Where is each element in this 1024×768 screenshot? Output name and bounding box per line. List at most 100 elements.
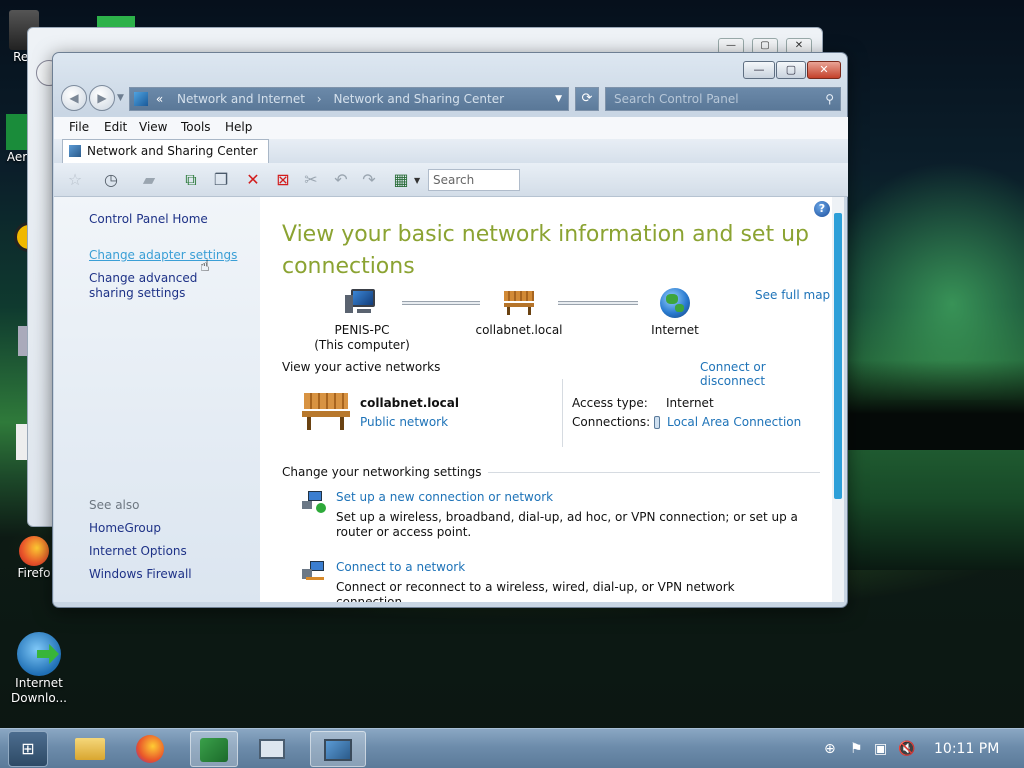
- toolbar-search-placeholder: Search: [433, 173, 475, 187]
- see-full-map-link[interactable]: See full map: [755, 288, 830, 302]
- windows-firewall-link[interactable]: Windows Firewall: [89, 567, 192, 582]
- folder-icon[interactable]: ▰: [138, 170, 160, 190]
- setup-new-connection-link[interactable]: Set up a new connection or network: [336, 490, 553, 505]
- divider: [562, 379, 563, 447]
- move-to-icon[interactable]: ❐: [210, 170, 232, 190]
- vertical-scrollbar[interactable]: [832, 197, 844, 602]
- menu-file[interactable]: File: [69, 120, 89, 134]
- help-icon[interactable]: ?: [814, 201, 830, 217]
- show-hidden-icons-icon[interactable]: ⊕: [824, 741, 836, 757]
- globe-icon[interactable]: [660, 288, 690, 318]
- network-sharing-center-window[interactable]: — ▢ ✕ ◀ ▶ ▼ « Network and Internet › Net…: [52, 52, 848, 608]
- breadcrumb-network-internet[interactable]: Network and Internet: [177, 92, 305, 106]
- search-icon[interactable]: ⚲: [825, 88, 834, 110]
- control-panel-icon: [134, 92, 148, 106]
- main-content: View your basic network information and …: [260, 197, 832, 602]
- redo-icon[interactable]: ↷: [358, 170, 380, 190]
- public-network-bench-icon: [302, 393, 350, 431]
- bench-icon[interactable]: [504, 291, 534, 315]
- desktop-icon-label: Internet Downlo...: [11, 676, 67, 705]
- connect-or-disconnect-link[interactable]: Connect or disconnect: [700, 360, 832, 388]
- toolbar: ☆ ◷ ▰ ⧉ ❐ ✕ ⊠ ✂ ↶ ↷ ▦ ▼ Search: [54, 163, 848, 197]
- computer-name: PENIS-PC: [334, 323, 390, 337]
- minimize-button[interactable]: —: [743, 61, 775, 79]
- change-advanced-sharing-link[interactable]: Change advanced sharing settings: [89, 271, 239, 301]
- computer-icon[interactable]: [345, 289, 377, 315]
- search-placeholder: Search Control Panel: [614, 92, 739, 106]
- scrollbar-thumb[interactable]: [834, 213, 842, 499]
- navigation-bar: ◀ ▶ ▼ « Network and Internet › Network a…: [61, 85, 841, 113]
- back-button[interactable]: ◀: [61, 85, 87, 111]
- address-prefix[interactable]: «: [156, 92, 163, 106]
- connections-label: Connections:: [572, 415, 651, 429]
- network-tray-icon[interactable]: ▣: [874, 741, 887, 757]
- tab-label: Network and Sharing Center: [87, 144, 258, 158]
- close-button[interactable]: ✕: [807, 61, 841, 79]
- wallpaper-trees: [840, 360, 1024, 450]
- cut-icon[interactable]: ✂: [300, 170, 322, 190]
- address-bar[interactable]: « Network and Internet › Network and Sha…: [129, 87, 569, 111]
- local-area-connection-link[interactable]: Local Area Connection: [667, 415, 801, 430]
- view-options-icon[interactable]: ▦: [390, 170, 412, 190]
- internet-node[interactable]: Internet: [636, 323, 714, 338]
- menu-edit[interactable]: Edit: [104, 120, 127, 134]
- connect-to-network-link[interactable]: Connect to a network: [336, 560, 465, 575]
- history-icon[interactable]: ◷: [100, 170, 122, 190]
- task-view-taskbar-icon[interactable]: [248, 731, 296, 767]
- control-panel-taskbar-icon[interactable]: [310, 731, 366, 767]
- tab-network-sharing-center[interactable]: Network and Sharing Center: [62, 139, 269, 163]
- internet-options-link[interactable]: Internet Options: [89, 544, 187, 559]
- menu-view[interactable]: View: [139, 120, 167, 134]
- clock[interactable]: 10:11 PM: [934, 741, 999, 757]
- menu-help[interactable]: Help: [225, 120, 252, 134]
- this-computer-node[interactable]: PENIS-PC (This computer): [306, 323, 418, 353]
- connection-line: [558, 301, 638, 305]
- new-connection-icon: [302, 489, 326, 513]
- favorite-star-icon[interactable]: ☆: [64, 170, 86, 190]
- action-center-flag-icon[interactable]: ⚑: [850, 741, 863, 757]
- menu-tools[interactable]: Tools: [181, 120, 211, 134]
- network-node[interactable]: collabnet.local: [466, 323, 572, 338]
- network-icon: [69, 145, 81, 157]
- active-networks-heading: View your active networks: [282, 360, 441, 374]
- toolbar-search-input[interactable]: Search: [428, 169, 520, 191]
- maximize-button[interactable]: ▢: [776, 61, 806, 79]
- networking-settings-heading: Change your networking settings: [282, 465, 488, 479]
- internet-node-label: Internet: [651, 323, 699, 337]
- wallpaper-lake: [840, 450, 1024, 570]
- desktop-icon-label: Aer: [6, 150, 28, 164]
- connect-network-icon: [302, 559, 326, 583]
- breadcrumb-network-sharing-center[interactable]: Network and Sharing Center: [333, 92, 504, 106]
- firefox-desktop-icon[interactable]: Firefo: [16, 536, 52, 580]
- internet-download-manager-icon[interactable]: Internet Downlo...: [6, 632, 72, 706]
- access-type-value: Internet: [666, 396, 714, 410]
- volume-muted-icon[interactable]: 🔇: [898, 741, 915, 757]
- active-network-name: collabnet.local: [360, 396, 459, 410]
- forward-button[interactable]: ▶: [89, 85, 115, 111]
- desktop-icon-label: Firefo: [17, 566, 51, 580]
- refresh-icon[interactable]: ⟳: [575, 87, 599, 111]
- ethernet-plug-icon: [654, 416, 660, 429]
- copy-to-icon[interactable]: ⧉: [180, 170, 202, 190]
- connect-to-network-description: Connect or reconnect to a wireless, wire…: [336, 580, 735, 602]
- view-dropdown-icon[interactable]: ▼: [414, 176, 420, 185]
- network-app-taskbar-icon[interactable]: [190, 731, 238, 767]
- breadcrumb-separator: ›: [316, 92, 322, 106]
- undo-icon[interactable]: ↶: [330, 170, 352, 190]
- change-adapter-settings-link[interactable]: Change adapter settings: [89, 248, 237, 263]
- control-panel-home-link[interactable]: Control Panel Home: [89, 212, 208, 227]
- address-dropdown-icon[interactable]: ▼: [555, 88, 562, 110]
- search-control-panel-input[interactable]: Search Control Panel ⚲: [605, 87, 841, 111]
- delete-icon[interactable]: ✕: [242, 170, 264, 190]
- delete-folder-icon[interactable]: ⊠: [272, 170, 294, 190]
- public-network-link[interactable]: Public network: [360, 415, 448, 430]
- computer-subtitle: (This computer): [314, 338, 410, 352]
- homegroup-link[interactable]: HomeGroup: [89, 521, 161, 536]
- tab-strip: Network and Sharing Center: [54, 139, 848, 163]
- recent-pages-chevron-icon[interactable]: ▼: [117, 93, 124, 103]
- explorer-taskbar-icon[interactable]: [66, 731, 114, 767]
- see-also-heading: See also: [89, 498, 140, 512]
- setup-new-connection-description: Set up a wireless, broadband, dial-up, a…: [336, 510, 798, 539]
- start-button[interactable]: ⊞: [8, 731, 48, 767]
- firefox-taskbar-icon[interactable]: [126, 731, 174, 767]
